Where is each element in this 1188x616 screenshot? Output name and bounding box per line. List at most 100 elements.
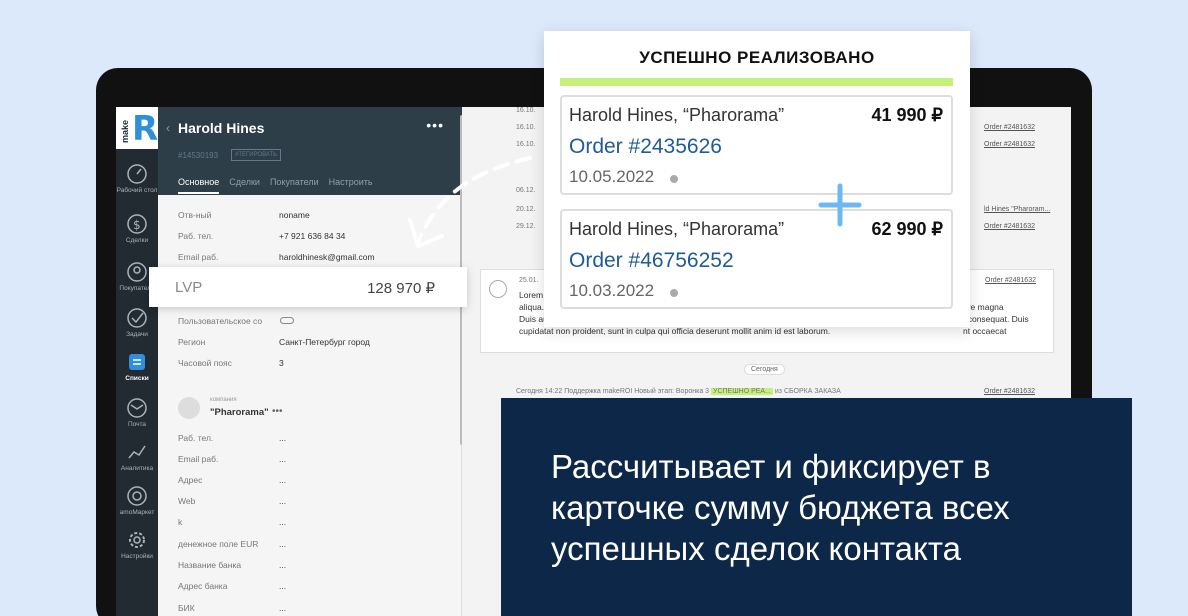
tag-button[interactable]: #ТЕГИРОВАТЬ (231, 149, 282, 161)
nav-tasks[interactable]: Задачи (116, 307, 158, 339)
order-date: 10.03.2022 (569, 281, 655, 300)
logo-letter: R (132, 109, 159, 149)
field-label: денежное поле EUR (178, 539, 259, 549)
contact-link[interactable]: ld Hines "Pharoram... (984, 206, 1050, 213)
note-date: 25.01. (519, 277, 539, 284)
nav-analytics[interactable]: Аналитика (116, 441, 158, 473)
mail-icon (127, 398, 147, 418)
company-field: Email раб.... (178, 454, 286, 464)
nav-lists[interactable]: Списки (116, 351, 158, 383)
note-text-right: ore magna t consequat. Duis nt occaecat (963, 301, 1053, 337)
field-region: Регион Санкт-Петербург город (178, 337, 370, 347)
back-icon[interactable]: ‹ (166, 121, 170, 135)
more-menu-icon[interactable]: ••• (426, 117, 444, 133)
company-avatar (178, 397, 200, 419)
order-link[interactable]: Order #2481632 (984, 388, 1035, 395)
field-label: Email раб. (178, 252, 219, 262)
caption-box: Рассчитывает и фиксирует в карточке сумм… (501, 398, 1132, 616)
tasks-icon (127, 308, 147, 328)
toggle-switch[interactable] (280, 317, 294, 324)
note-line: t consequat. Duis (963, 314, 1029, 324)
order-link[interactable]: Order #2481632 (984, 223, 1035, 230)
contact-name: Harold Hines (178, 120, 265, 136)
company-field: Адрес банка... (178, 581, 286, 591)
company-field: денежное поле EUR... (178, 539, 286, 549)
caption-text: Рассчитывает и фиксирует в карточке сумм… (551, 448, 1010, 567)
order-sum: 62 990 ₽ (871, 219, 943, 239)
order-link[interactable]: Order #2481632 (984, 124, 1035, 131)
feed-date: 16.10. (516, 107, 536, 114)
field-value[interactable]: ... (279, 433, 286, 443)
nav-label: Сделки (125, 237, 149, 244)
field-value[interactable]: ... (279, 517, 286, 527)
field-label: Отв-ный (178, 210, 212, 220)
nav-deals[interactable]: $ Сделки (116, 213, 158, 245)
dashboard-icon (127, 164, 147, 184)
company-field: Раб. тел.... (178, 433, 286, 443)
order-sum: 41 990 ₽ (871, 105, 943, 125)
company-name[interactable]: "Pharorama" (210, 407, 269, 418)
lists-icon (129, 354, 145, 370)
field-label: Название банка (178, 560, 242, 570)
nav-label: Почта (127, 421, 147, 428)
field-label: Пользовательское со (178, 316, 263, 326)
nav-mail[interactable]: Почта (116, 397, 158, 429)
dollar-icon: $ (127, 214, 147, 234)
field-responsible: Отв-ный noname (178, 210, 310, 220)
field-value[interactable]: noname (279, 210, 310, 220)
status-bar (560, 78, 953, 86)
field-label: k (178, 517, 183, 527)
popup-title: УСПЕШНО РЕАЛИЗОВАНО (639, 48, 875, 67)
order-date: 10.05.2022 (569, 167, 655, 186)
order-link[interactable]: Order #2481632 (984, 141, 1035, 148)
field-value[interactable]: ... (279, 496, 286, 506)
tab-deals[interactable]: Сделки (229, 177, 260, 194)
field-value[interactable]: ... (279, 539, 286, 549)
status-dot (670, 175, 678, 183)
order-card[interactable]: Harold Hines, “Pharorama” 41 990 ₽ Order… (560, 95, 953, 195)
field-value[interactable]: 3 (279, 358, 284, 368)
logo-word: make (120, 119, 130, 143)
field-work-email: Email раб. haroldhinesk@gmail.com (178, 252, 375, 262)
field-value[interactable]: ... (279, 560, 286, 570)
field-value[interactable]: +7 921 636 84 34 (279, 231, 345, 241)
successful-orders-popup: УСПЕШНО РЕАЛИЗОВАНО Harold Hines, “Pharo… (544, 31, 970, 327)
note-order-link[interactable]: Order #2481632 (985, 277, 1036, 284)
field-label: Раб. тел. (178, 231, 214, 241)
buyers-icon (127, 262, 147, 282)
order-card[interactable]: Harold Hines, “Pharorama” 62 990 ₽ Order… (560, 209, 953, 309)
field-value[interactable]: ... (279, 581, 286, 591)
field-custom: Пользовательское со (178, 316, 294, 326)
contact-id: #14530193 (178, 151, 219, 160)
nav-label: Настройки (121, 553, 153, 560)
company-field: Адрес... (178, 475, 286, 485)
company-label: компания (210, 397, 237, 403)
tab-buyers[interactable]: Покупатели (270, 177, 319, 194)
svg-text:$: $ (133, 218, 141, 232)
order-number[interactable]: Order #46756252 (569, 249, 734, 273)
settings-icon (129, 532, 145, 548)
order-client: Harold Hines, “Pharorama” (569, 105, 785, 125)
field-value[interactable]: ... (279, 475, 286, 485)
field-value[interactable]: ... (279, 603, 286, 613)
stage-badge: УСПЕШНО РЕА... (711, 388, 773, 395)
nav-label: amoМаркет (119, 509, 155, 516)
event-time: Сегодня 14:22 Поддержка makeROI Новый эт… (516, 388, 674, 395)
tab-configure[interactable]: Настроить (329, 177, 373, 194)
field-label: Регион (178, 337, 206, 347)
field-value[interactable]: Санкт-Петербург город (279, 337, 370, 347)
nav-label: Аналитика (120, 465, 154, 472)
nav-settings[interactable]: Настройки (116, 529, 158, 561)
company-field: БИК... (178, 603, 286, 613)
nav-dashboard[interactable]: Рабочий стол (116, 163, 158, 195)
dashed-arrow-icon (408, 156, 532, 248)
nav-market[interactable]: amoМаркет (116, 485, 158, 517)
field-value[interactable]: ... (279, 454, 286, 464)
company-field: k... (178, 517, 286, 527)
field-value[interactable]: haroldhinesk@gmail.com (279, 252, 375, 262)
event-pipeline: Воронка 3 (675, 388, 710, 395)
company-more-icon[interactable]: ••• (272, 406, 283, 417)
order-number[interactable]: Order #2435626 (569, 135, 722, 159)
status-dot (670, 289, 678, 297)
tab-main[interactable]: Основное (178, 177, 220, 194)
